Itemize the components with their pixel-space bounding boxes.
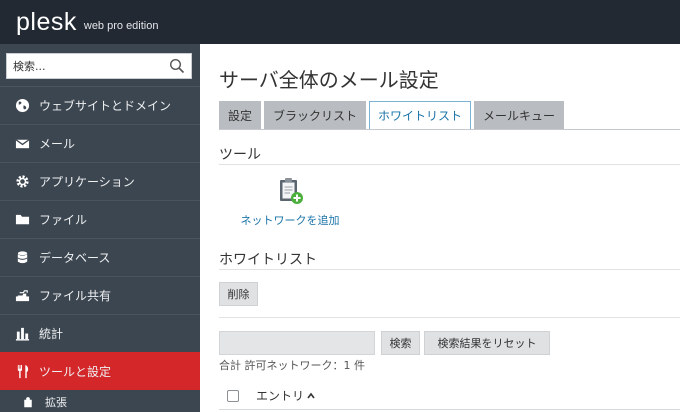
page-title: サーバ全体のメール設定 — [219, 68, 439, 92]
tab-blacklist[interactable]: ブラックリスト — [264, 101, 367, 129]
folder-icon — [14, 212, 30, 228]
sidebar-item-label: ファイル共有 — [39, 289, 112, 303]
tab-bar: 設定 ブラックリスト ホワイトリスト メールキュー — [219, 101, 567, 130]
filter-search-input[interactable] — [219, 331, 375, 355]
sidebar-item-label: アプリケーション — [39, 175, 135, 189]
main-content: サーバ全体のメール設定 設定 ブラックリスト ホワイトリスト メールキュー ツー… — [200, 44, 680, 412]
sidebar-item-applications[interactable]: アプリケーション — [0, 162, 200, 200]
total-count-text: 合計 許可ネットワーク：1 件 — [219, 359, 365, 372]
database-icon — [14, 250, 30, 266]
delete-button[interactable]: 削除 — [219, 282, 258, 306]
add-network-label: ネットワークを追加 — [240, 214, 340, 227]
whitelist-section-divider — [219, 269, 680, 270]
sidebar-nav: ウェブサイトとドメイン メール アプリケーション ファイル データベース ファイ… — [0, 86, 200, 410]
gear-icon — [14, 174, 30, 190]
search-input[interactable] — [7, 55, 162, 77]
sidebar-item-files[interactable]: ファイル — [0, 200, 200, 238]
sidebar-item-label: 拡張 — [45, 396, 67, 409]
envelope-icon — [14, 136, 30, 152]
bar-chart-icon — [14, 326, 30, 342]
search-icon[interactable] — [169, 58, 185, 74]
sidebar-item-label: メール — [39, 137, 76, 151]
puzzle-icon — [20, 394, 36, 410]
sidebar-search — [6, 53, 192, 79]
tools-section-title: ツール — [219, 147, 261, 163]
whitelist-section-title: ホワイトリスト — [219, 252, 317, 268]
toolbar-divider — [219, 317, 680, 318]
sidebar-item-label: ウェブサイトとドメイン — [39, 99, 172, 113]
sidebar-item-tools-settings[interactable]: ツールと設定 — [0, 352, 200, 390]
edition-label: web pro edition — [83, 20, 159, 32]
sidebar-item-statistics[interactable]: 統計 — [0, 314, 200, 352]
search-button[interactable]: 検索 — [381, 331, 420, 355]
sidebar-item-mail[interactable]: メール — [0, 124, 200, 162]
globe-icon — [14, 98, 30, 114]
sort-ascending-icon — [307, 392, 315, 398]
sidebar-item-databases[interactable]: データベース — [0, 238, 200, 276]
top-bar: plesk web pro edition — [0, 0, 680, 44]
tools-section-divider — [219, 164, 680, 165]
column-header-entry[interactable]: エントリ — [256, 387, 315, 404]
sidebar-item-extensions[interactable]: 拡張 — [0, 390, 200, 410]
column-header-entry-label: エントリ — [256, 389, 305, 403]
sidebar-item-file-sharing[interactable]: ファイル共有 — [0, 276, 200, 314]
tab-settings[interactable]: 設定 — [219, 101, 262, 129]
sidebar: ウェブサイトとドメイン メール アプリケーション ファイル データベース — [0, 44, 200, 412]
tab-divider — [219, 129, 680, 130]
add-network-button[interactable]: ネットワークを追加 — [230, 176, 350, 228]
select-all-checkbox[interactable] — [227, 389, 239, 402]
sidebar-item-label: 統計 — [39, 327, 64, 341]
tab-mail-queue[interactable]: メールキュー — [474, 101, 565, 129]
share-icon — [14, 288, 30, 304]
table-header: エントリ — [219, 382, 680, 410]
tools-icon — [14, 364, 30, 380]
sidebar-item-label: データベース — [39, 251, 111, 265]
sidebar-item-label: ツールと設定 — [39, 365, 112, 379]
sidebar-item-websites-domains[interactable]: ウェブサイトとドメイン — [0, 86, 200, 124]
reset-search-button[interactable]: 検索結果をリセット — [424, 331, 550, 355]
plesk-logo[interactable]: plesk — [16, 10, 77, 35]
sidebar-item-label: ファイル — [39, 213, 88, 227]
tab-whitelist[interactable]: ホワイトリスト — [369, 101, 472, 130]
add-network-icon — [280, 178, 303, 204]
